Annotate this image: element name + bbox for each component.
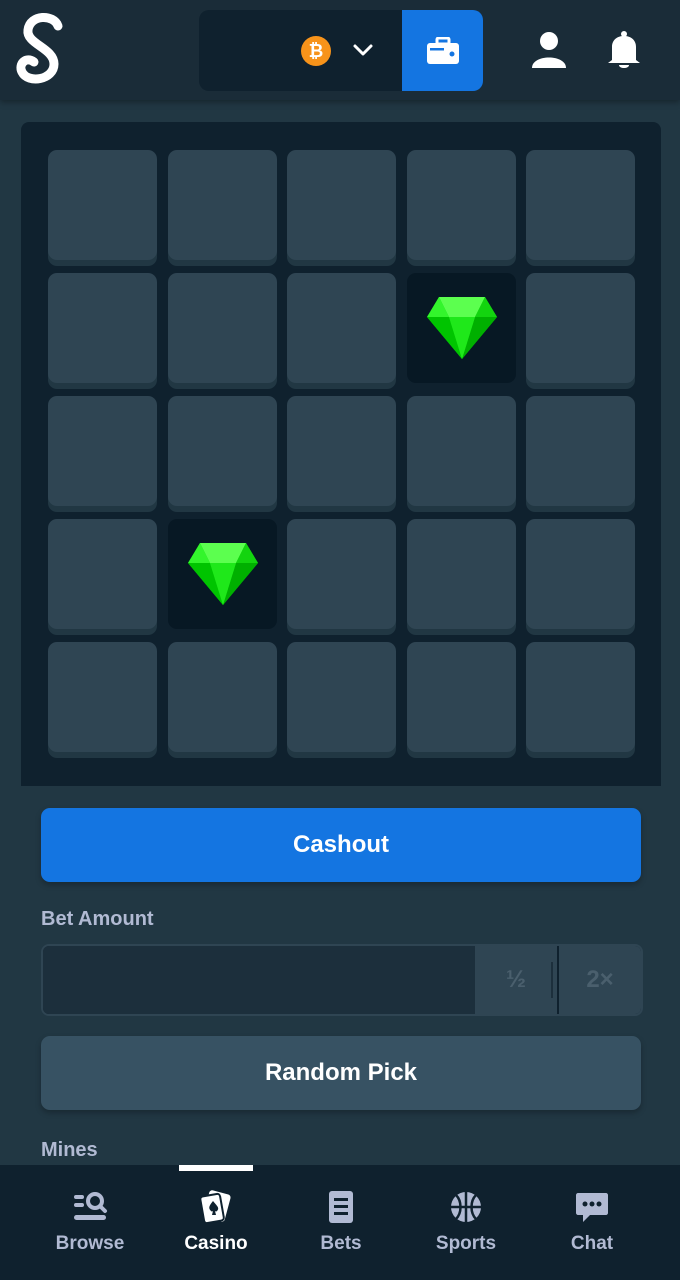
tile[interactable] — [526, 273, 635, 383]
nav-sports[interactable]: Sports — [398, 1165, 534, 1280]
bet-amount-field: ½ 2× — [41, 944, 643, 1016]
mines-game-board — [21, 122, 661, 786]
bottom-nav: Browse Casino Bets Sports Chat — [0, 1165, 680, 1280]
bitcoin-icon: ₿ — [301, 36, 331, 66]
chat-bubble-icon — [576, 1193, 608, 1222]
bet-amount-input[interactable] — [43, 946, 479, 1014]
tile[interactable] — [287, 150, 396, 260]
gem-icon — [187, 543, 258, 605]
nav-label: Bets — [320, 1233, 362, 1254]
nav-label: Casino — [184, 1233, 248, 1254]
controls-panel: Cashout Bet Amount ½ 2× Random Pick Mine… — [21, 786, 661, 1180]
random-pick-button[interactable]: Random Pick — [41, 1036, 641, 1110]
wallet-button[interactable] — [402, 10, 483, 91]
tile[interactable] — [526, 642, 635, 752]
tile[interactable] — [48, 519, 157, 629]
tile[interactable] — [287, 519, 396, 629]
tile[interactable] — [48, 642, 157, 752]
tile[interactable] — [526, 396, 635, 506]
tile[interactable] — [407, 642, 516, 752]
tile-revealed-gem — [168, 519, 277, 629]
browse-search-icon — [74, 1192, 107, 1220]
tile[interactable] — [48, 273, 157, 383]
casino-cards-icon — [199, 1190, 231, 1225]
tile[interactable] — [287, 396, 396, 506]
half-bet-button[interactable]: ½ — [475, 946, 557, 1014]
cashout-button[interactable]: Cashout — [41, 808, 641, 882]
nav-label: Sports — [435, 1233, 497, 1254]
double-bet-button[interactable]: 2× — [559, 946, 641, 1014]
nav-label: Browse — [55, 1233, 125, 1254]
nav-casino[interactable]: Casino — [148, 1165, 284, 1280]
mines-label: Mines — [41, 1139, 98, 1161]
tile[interactable] — [168, 273, 277, 383]
tile[interactable] — [287, 642, 396, 752]
top-header: ₿ — [0, 0, 680, 100]
nav-label: Chat — [570, 1233, 614, 1254]
tile[interactable] — [407, 396, 516, 506]
gem-icon — [426, 297, 497, 359]
tile[interactable] — [407, 519, 516, 629]
stake-logo-icon[interactable] — [14, 12, 70, 88]
nav-bets[interactable]: Bets — [273, 1165, 409, 1280]
user-icon[interactable] — [530, 30, 568, 70]
tile[interactable] — [168, 642, 277, 752]
tile[interactable] — [48, 150, 157, 260]
tile[interactable] — [48, 396, 157, 506]
tile[interactable] — [168, 150, 277, 260]
wallet-icon — [426, 36, 459, 64]
tile[interactable] — [168, 396, 277, 506]
tile[interactable] — [407, 150, 516, 260]
tile-revealed-gem — [407, 273, 516, 383]
tile[interactable] — [287, 273, 396, 383]
bell-icon[interactable] — [606, 30, 642, 70]
tile[interactable] — [526, 150, 635, 260]
basketball-icon — [451, 1192, 481, 1222]
wallet-balance-selector[interactable]: ₿ — [199, 10, 483, 91]
chevron-down-icon[interactable] — [351, 40, 375, 60]
divider — [551, 962, 553, 998]
nav-chat[interactable]: Chat — [524, 1165, 660, 1280]
bet-amount-label: Bet Amount — [41, 908, 154, 930]
tile[interactable] — [526, 519, 635, 629]
bets-list-icon — [329, 1191, 353, 1223]
nav-browse[interactable]: Browse — [22, 1165, 158, 1280]
